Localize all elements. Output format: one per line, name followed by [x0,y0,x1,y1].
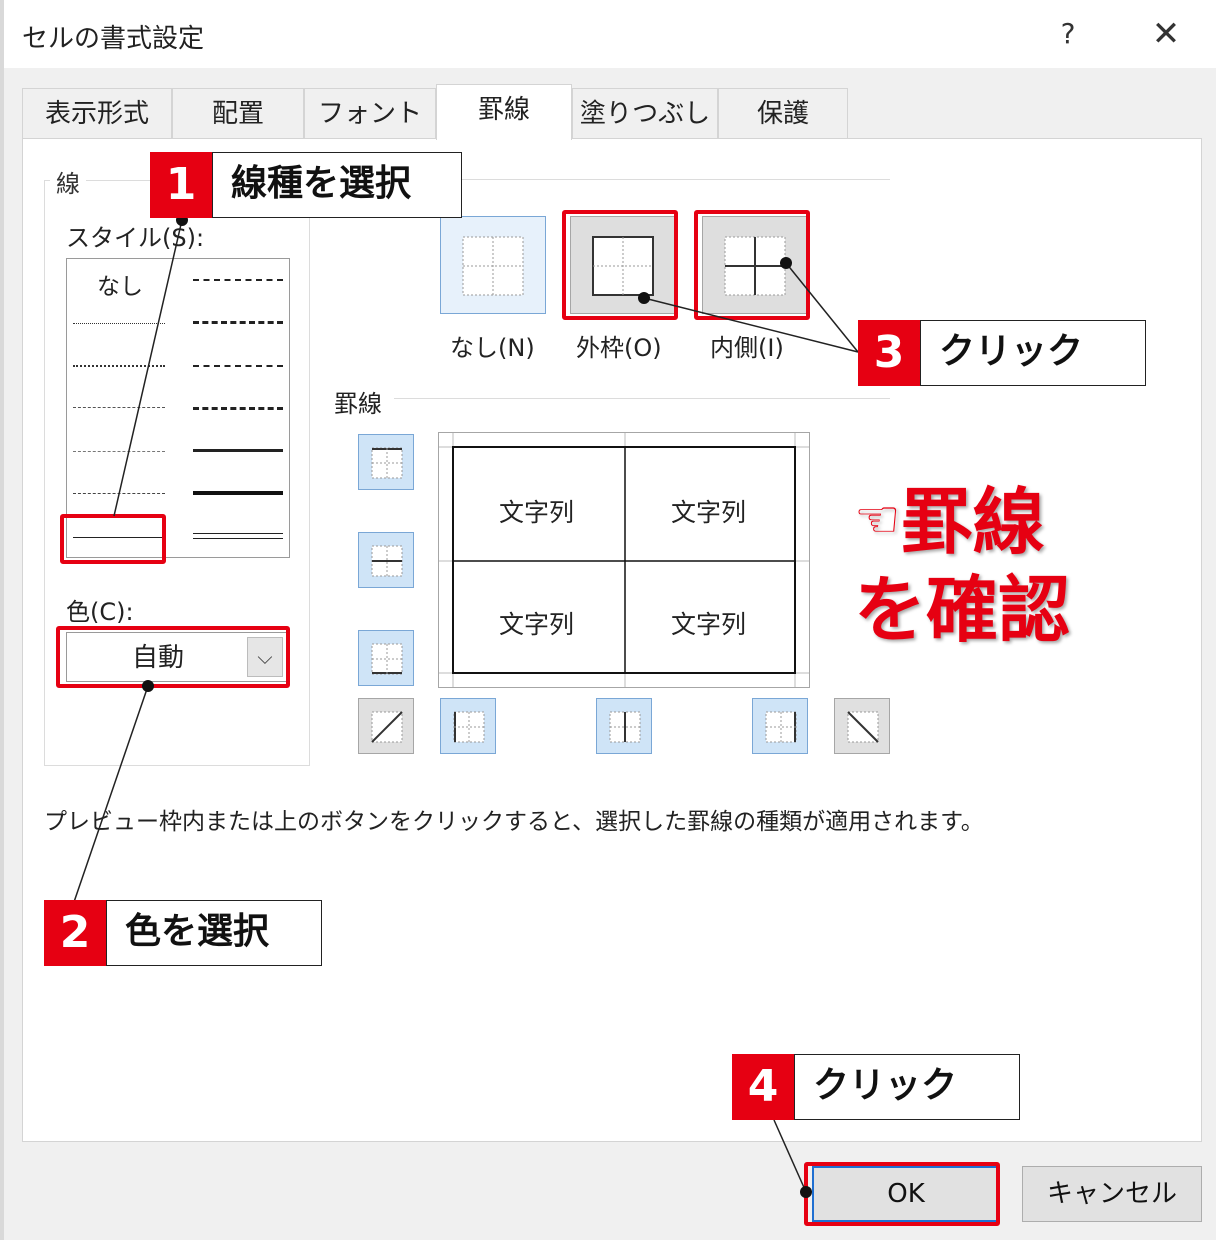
callout-4-number: 4 [732,1054,794,1120]
border-middle-vertical-icon [609,711,641,743]
tab-alignment[interactable]: 配置 [172,88,304,138]
pointing-hand-icon: ☜ [854,490,901,550]
preview-grid [439,433,809,687]
style-thick-solid[interactable] [193,491,283,495]
style-slant-dash-dot[interactable] [193,321,283,324]
tab-border[interactable]: 罫線 [436,84,572,140]
preview-cell-4: 文字列 [671,610,747,639]
style-dashed[interactable] [73,493,165,495]
callout-4: 4 クリック [732,1054,1020,1120]
close-button[interactable]: ✕ [1144,12,1188,56]
style-hair-dotted[interactable] [73,323,165,325]
preview-cell-2: 文字列 [671,498,747,527]
border-right-button[interactable] [752,698,808,754]
callout-3: 3 クリック [858,320,1146,386]
callout-2: 2 色を選択 [44,900,322,966]
preset-none-label: なし(N) [450,334,535,362]
preset-none-button[interactable] [440,216,546,314]
preset-none-icon [462,236,524,296]
ok-button[interactable]: OK [812,1166,1000,1222]
tab-font[interactable]: フォント [304,88,436,138]
callout-3-text: クリック [920,320,1146,386]
diagonal-down-icon [847,711,879,743]
style-dash-dot-dot[interactable] [73,407,165,409]
diagonal-up-icon [371,711,403,743]
callout-2-text: 色を選択 [106,900,322,966]
color-dropdown[interactable]: 自動 ⌵ [66,632,288,682]
line-style-list[interactable]: なし [66,258,290,558]
style-medium-dash-dot-dot[interactable] [193,279,283,281]
cancel-button[interactable]: キャンセル [1022,1166,1202,1222]
callout-1-text: 線種を選択 [212,152,462,218]
style-label: スタイル(S): [66,224,205,252]
border-top-icon [371,447,403,479]
style-dotted[interactable] [73,365,165,367]
border-middle-horizontal-icon [371,545,403,577]
check-border-annotation: ☜罫線 を確認 [854,476,1114,654]
style-dash-dot[interactable] [73,451,165,453]
callout-2-number: 2 [44,900,106,966]
callout-3-number: 3 [858,320,920,386]
style-medium-solid[interactable] [193,449,283,452]
help-button[interactable]: ? [1050,12,1086,56]
border-left-button[interactable] [440,698,496,754]
preview-cell-3: 文字列 [499,610,575,639]
style-thin-solid[interactable] [73,537,165,539]
border-bottom-icon [371,643,403,675]
border-diagonal-up-button[interactable] [358,698,414,754]
border-diagonal-down-button[interactable] [834,698,890,754]
description-text: プレビュー枠内または上のボタンをクリックすると、選択した罫線の種類が適用されます… [44,809,984,835]
preset-outline-icon [592,236,654,296]
border-bottom-button[interactable] [358,630,414,686]
tab-protection[interactable]: 保護 [718,88,848,138]
dialog-title: セルの書式設定 [22,24,205,54]
border-top-button[interactable] [358,434,414,490]
preset-outline-button[interactable] [570,216,676,314]
border-divider [394,398,890,399]
preview-cell-1: 文字列 [499,498,575,527]
style-medium-dashed[interactable] [193,407,283,410]
tab-number[interactable]: 表示形式 [22,88,172,138]
annotation-line-1: 罫線 [900,480,1045,564]
style-double[interactable] [193,533,283,539]
border-group-label: 罫線 [334,390,382,418]
color-value: 自動 [131,643,184,673]
border-middle-horizontal-button[interactable] [358,532,414,588]
border-preview[interactable]: 文字列 文字列 文字列 文字列 [438,432,810,688]
border-right-icon [765,711,797,743]
preset-inside-label: 内側(I) [710,334,784,362]
preset-inside-button[interactable] [702,216,808,314]
preset-outline-label: 外枠(O) [576,334,662,362]
callout-4-text: クリック [794,1054,1020,1120]
line-group-label: 線 [50,164,86,199]
callout-1-number: 1 [150,152,212,218]
border-middle-vertical-button[interactable] [596,698,652,754]
style-medium-dash-dot[interactable] [193,365,283,367]
callout-1: 1 線種を選択 [150,152,462,218]
color-label: 色(C): [66,598,134,626]
style-none-label: なし [97,274,143,300]
title-bar: セルの書式設定 ? ✕ [4,0,1216,68]
chevron-down-icon[interactable]: ⌵ [247,637,283,677]
annotation-line-2: を確認 [854,568,1071,652]
preset-inside-icon [724,236,786,296]
tab-fill[interactable]: 塗りつぶし [572,88,718,138]
border-left-icon [453,711,485,743]
